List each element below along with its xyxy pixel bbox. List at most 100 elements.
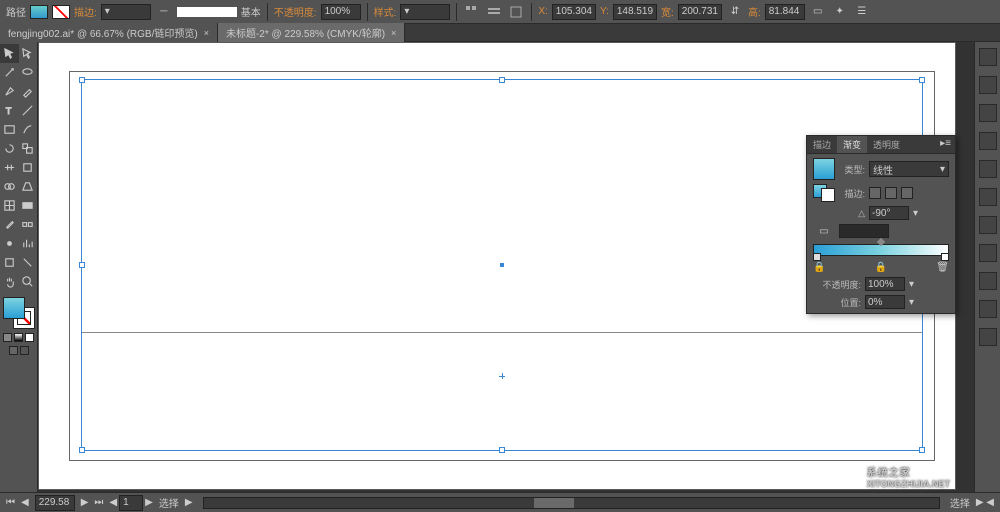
- color-stop[interactable]: [941, 253, 949, 261]
- transparency-tab[interactable]: 透明度: [867, 136, 906, 153]
- x-field[interactable]: 105.304: [552, 4, 596, 20]
- pencil-tool[interactable]: [19, 82, 38, 101]
- artboard-next-icon[interactable]: ▶: [145, 497, 153, 508]
- align-icon[interactable]: [485, 3, 503, 21]
- vstroke-icon[interactable]: ─: [155, 3, 173, 21]
- gradient-tool[interactable]: [19, 196, 38, 215]
- graphic-styles-panel-icon[interactable]: [979, 272, 997, 290]
- gradient-mode[interactable]: [14, 333, 23, 342]
- artboard-prev-icon[interactable]: ◀: [109, 497, 117, 508]
- align-icon[interactable]: [463, 3, 481, 21]
- magic-wand-tool[interactable]: [0, 63, 19, 82]
- mesh-tool[interactable]: [0, 196, 19, 215]
- direct-selection-tool[interactable]: [19, 44, 38, 63]
- zoom-tool[interactable]: [19, 272, 38, 291]
- aspect-input[interactable]: [839, 224, 889, 238]
- gradient-slider[interactable]: [813, 244, 949, 256]
- resize-handle[interactable]: [79, 447, 85, 453]
- fill-indicator[interactable]: [3, 297, 25, 319]
- nav-prev-icon[interactable]: ◀: [21, 497, 29, 508]
- screen-mode[interactable]: [9, 346, 18, 355]
- width-tool[interactable]: [0, 158, 19, 177]
- symbols-panel-icon[interactable]: [979, 132, 997, 150]
- artboards-panel-icon[interactable]: [979, 328, 997, 346]
- transform-icon[interactable]: ✦: [831, 3, 849, 21]
- lock-icon[interactable]: 🔒: [813, 262, 825, 273]
- nav-icon[interactable]: ▶ ◀: [976, 497, 994, 508]
- horizontal-scrollbar[interactable]: [203, 497, 940, 509]
- scale-tool[interactable]: [19, 139, 38, 158]
- selection-box[interactable]: [81, 79, 923, 451]
- layers-panel-icon[interactable]: [979, 300, 997, 318]
- panel-menu-icon[interactable]: ▸≡: [936, 136, 955, 153]
- artboard-tool[interactable]: [0, 253, 19, 272]
- nav-icon[interactable]: ▶: [185, 497, 193, 508]
- transparency-panel-icon[interactable]: [979, 216, 997, 234]
- shape-icon[interactable]: ▭: [809, 3, 827, 21]
- document-tab[interactable]: 未标题-2* @ 229.58% (CMYK/轮廓) ×: [218, 23, 405, 42]
- nav-first-icon[interactable]: ⏮: [6, 497, 15, 508]
- stop-location-input[interactable]: 0%: [865, 295, 905, 309]
- stroke-option[interactable]: [885, 187, 897, 199]
- fill-stroke-swatches[interactable]: [3, 297, 35, 329]
- fill-swatch[interactable]: [30, 5, 48, 19]
- stroke-weight-dropdown[interactable]: ▾: [101, 4, 151, 20]
- opacity-field[interactable]: 100%: [321, 4, 361, 20]
- color-mode[interactable]: [3, 333, 12, 342]
- artboard-field[interactable]: 1: [119, 495, 143, 511]
- graph-tool[interactable]: [19, 234, 38, 253]
- resize-handle[interactable]: [499, 447, 505, 453]
- none-mode[interactable]: [25, 333, 34, 342]
- color-stop[interactable]: [813, 253, 821, 261]
- gradient-panel[interactable]: 描边 渐变 透明度 ▸≡ 类型: 线性▾ 描边: △ -90° ▾: [806, 135, 956, 314]
- stroke-option[interactable]: [901, 187, 913, 199]
- gradient-panel-icon[interactable]: [979, 188, 997, 206]
- style-dropdown[interactable]: ▾: [400, 4, 450, 20]
- angle-dropdown-icon[interactable]: ▾: [913, 208, 918, 219]
- document-tab[interactable]: fengjing002.ai* @ 66.67% (RGB/链印预览) ×: [0, 23, 218, 42]
- selection-tool[interactable]: [0, 44, 19, 63]
- perspective-tool[interactable]: [19, 177, 38, 196]
- lock-icon[interactable]: 🔒: [875, 262, 887, 273]
- stroke-panel-icon[interactable]: [979, 160, 997, 178]
- resize-handle[interactable]: [79, 262, 85, 268]
- dropdown-icon[interactable]: ▾: [909, 297, 914, 308]
- stroke-swatch[interactable]: [52, 5, 70, 19]
- close-icon[interactable]: ×: [391, 28, 396, 38]
- trash-icon[interactable]: 🗑: [936, 262, 949, 273]
- link-icon[interactable]: ⇵: [726, 3, 744, 21]
- angle-input[interactable]: -90°: [869, 206, 909, 220]
- resize-handle[interactable]: [919, 77, 925, 83]
- slice-tool[interactable]: [19, 253, 38, 272]
- nav-last-icon[interactable]: ⏭: [94, 497, 103, 508]
- blend-tool[interactable]: [19, 215, 38, 234]
- paintbrush-tool[interactable]: [19, 120, 38, 139]
- color-panel-icon[interactable]: [979, 48, 997, 66]
- eyedropper-tool[interactable]: [0, 215, 19, 234]
- type-tool[interactable]: T: [0, 101, 19, 120]
- nav-next-icon[interactable]: ▶: [81, 497, 89, 508]
- width-field[interactable]: 200.731: [678, 4, 722, 20]
- appearance-panel-icon[interactable]: [979, 244, 997, 262]
- free-transform-tool[interactable]: [19, 158, 38, 177]
- stroke-style-preview[interactable]: [177, 7, 237, 17]
- stroke-tab[interactable]: 描边: [807, 136, 837, 153]
- resize-handle[interactable]: [919, 447, 925, 453]
- close-icon[interactable]: ×: [204, 28, 209, 38]
- screen-mode[interactable]: [20, 346, 29, 355]
- dropdown-icon[interactable]: ▾: [909, 279, 914, 290]
- stroke-option[interactable]: [869, 187, 881, 199]
- gradient-swatch[interactable]: [813, 158, 835, 180]
- more-icon[interactable]: ☰: [853, 3, 871, 21]
- resize-handle[interactable]: [79, 77, 85, 83]
- scrollbar-thumb[interactable]: [534, 498, 574, 508]
- gradient-type-select[interactable]: 线性▾: [869, 161, 949, 177]
- lasso-tool[interactable]: [19, 63, 38, 82]
- shape-builder-tool[interactable]: [0, 177, 19, 196]
- fill-stroke-mini[interactable]: [813, 184, 835, 202]
- line-tool[interactable]: [19, 101, 38, 120]
- gradient-tab[interactable]: 渐变: [837, 136, 867, 153]
- rotate-tool[interactable]: [0, 139, 19, 158]
- brushes-panel-icon[interactable]: [979, 104, 997, 122]
- align-icon[interactable]: [507, 3, 525, 21]
